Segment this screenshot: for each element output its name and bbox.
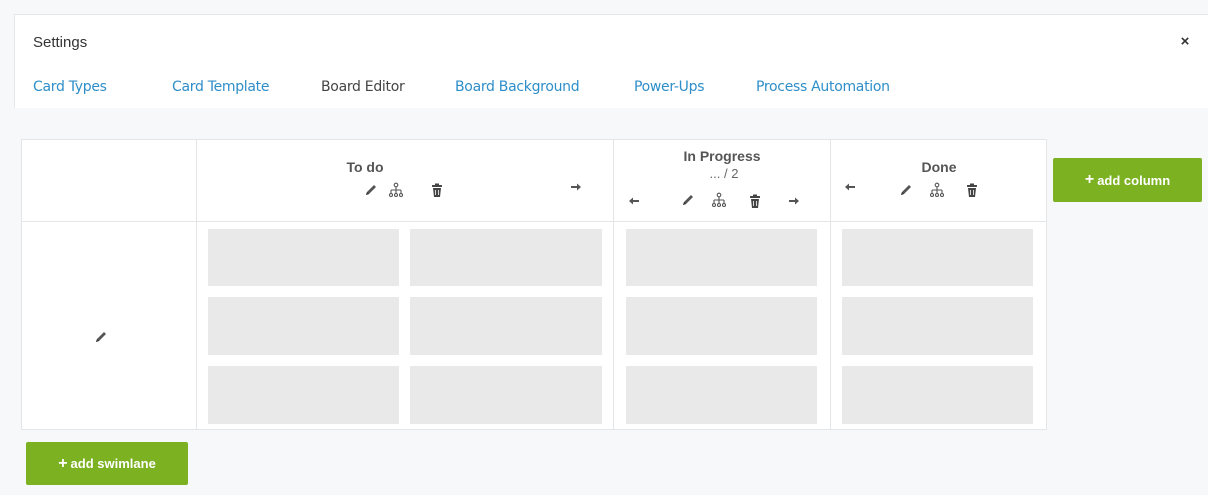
- card-slot[interactable]: [842, 366, 1033, 424]
- pencil-icon[interactable]: [898, 182, 914, 198]
- trash-icon[interactable]: [964, 182, 980, 198]
- plus-icon: +: [1084, 171, 1095, 188]
- arrow-left-icon[interactable]: [626, 193, 642, 209]
- tab-board-editor[interactable]: Board Editor: [321, 79, 405, 95]
- divider: [22, 221, 1046, 222]
- divider: [196, 140, 197, 429]
- settings-dialog: Settings × Card Types Card Template Boar…: [0, 0, 1208, 495]
- card-slot[interactable]: [842, 229, 1033, 286]
- trash-icon[interactable]: [747, 193, 763, 209]
- card-slot[interactable]: [410, 297, 602, 355]
- pencil-icon[interactable]: [680, 192, 696, 208]
- arrow-left-icon[interactable]: [842, 179, 858, 195]
- tab-card-types[interactable]: Card Types: [33, 79, 107, 95]
- hierarchy-icon[interactable]: [711, 192, 727, 208]
- card-slot[interactable]: [410, 366, 602, 424]
- card-slot[interactable]: [626, 297, 817, 355]
- card-slot[interactable]: [626, 366, 817, 424]
- divider: [613, 140, 614, 429]
- pencil-icon[interactable]: [93, 329, 109, 345]
- tab-card-template[interactable]: Card Template: [172, 79, 269, 95]
- card-slot[interactable]: [842, 297, 1033, 355]
- add-column-label: add column: [1097, 172, 1171, 188]
- column-title: In Progress: [683, 148, 761, 164]
- column-title: To do: [346, 159, 384, 175]
- divider: [830, 140, 831, 429]
- card-slot[interactable]: [626, 229, 817, 286]
- hierarchy-icon[interactable]: [929, 182, 945, 198]
- add-swimlane-button[interactable]: + add swimlane: [26, 442, 188, 485]
- card-slot[interactable]: [410, 229, 602, 286]
- add-swimlane-label: add swimlane: [70, 456, 156, 471]
- plus-icon: +: [58, 454, 68, 472]
- close-button[interactable]: ×: [1178, 33, 1192, 51]
- tab-process-automation[interactable]: Process Automation: [756, 79, 890, 95]
- hierarchy-icon[interactable]: [388, 182, 404, 198]
- trash-icon[interactable]: [429, 182, 445, 198]
- arrow-right-icon[interactable]: [786, 193, 802, 209]
- pencil-icon[interactable]: [363, 182, 379, 198]
- card-slot[interactable]: [208, 229, 399, 286]
- column-title: Done: [921, 159, 957, 175]
- wip-limit: ... / 2: [709, 166, 739, 181]
- card-slot[interactable]: [208, 366, 399, 424]
- tab-power-ups[interactable]: Power-Ups: [634, 79, 705, 95]
- tab-board-background[interactable]: Board Background: [455, 79, 580, 95]
- dialog-title: Settings: [33, 34, 88, 51]
- add-column-button[interactable]: + add column: [1053, 158, 1202, 202]
- board-grid: To do In Progress ... / 2 Done: [21, 139, 1047, 430]
- card-slot[interactable]: [208, 297, 399, 355]
- arrow-right-icon[interactable]: [568, 179, 584, 195]
